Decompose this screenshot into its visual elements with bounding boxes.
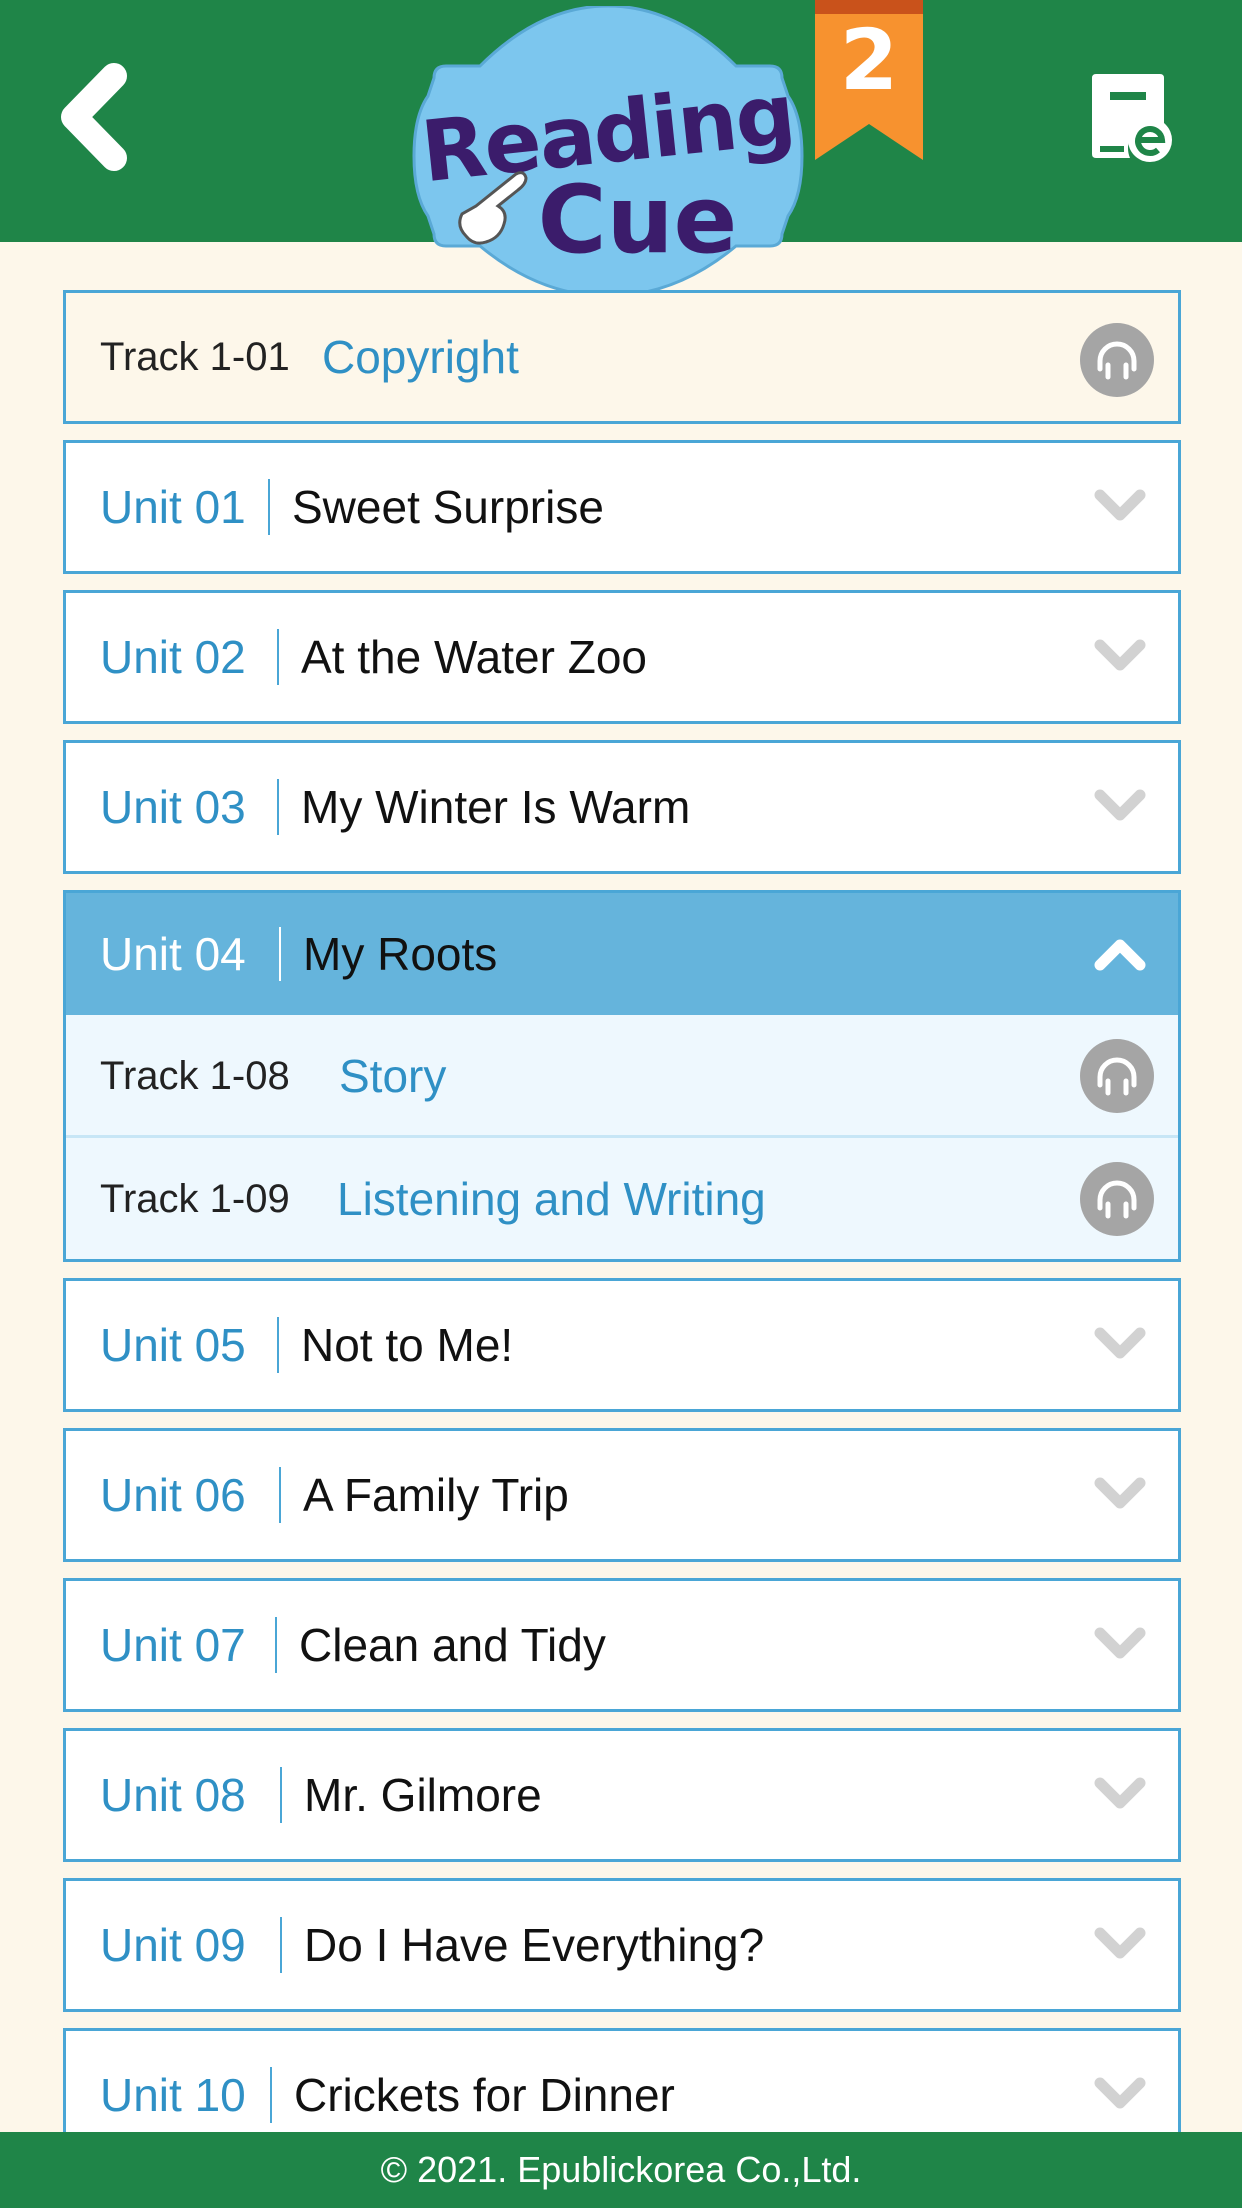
unit-row[interactable]: Unit 06 A Family Trip	[63, 1428, 1181, 1562]
track-row[interactable]: Track 1-09 Listening and Writing	[66, 1138, 1178, 1261]
unit-number: Unit 09	[100, 1919, 246, 1971]
track-title: Copyright	[322, 331, 519, 383]
unit-number: Unit 03	[100, 781, 246, 833]
separator	[270, 2067, 272, 2123]
chevron-down-icon	[1094, 639, 1146, 671]
chevron-down-icon	[1094, 1927, 1146, 1959]
separator	[279, 1467, 281, 1523]
chevron-down-icon	[1094, 789, 1146, 821]
unit-number: Unit 04	[100, 928, 246, 980]
unit-row[interactable]: Unit 01 Sweet Surprise	[63, 440, 1181, 574]
unit-title: Clean and Tidy	[299, 1619, 606, 1671]
chevron-down-icon	[1094, 1477, 1146, 1509]
unit-row[interactable]: Unit 09 Do I Have Everything?	[63, 1878, 1181, 2012]
unit-number: Unit 06	[100, 1469, 246, 1521]
unit-title: Do I Have Everything?	[304, 1919, 765, 1971]
separator	[275, 1617, 277, 1673]
unit-number: Unit 07	[100, 1619, 246, 1671]
chevron-down-icon	[1094, 2077, 1146, 2109]
unit-title: My Roots	[303, 928, 498, 980]
unit-row[interactable]: Unit 03 My Winter Is Warm	[63, 740, 1181, 874]
unit-title: A Family Trip	[303, 1469, 569, 1521]
unit-row[interactable]: Unit 07 Clean and Tidy	[63, 1578, 1181, 1712]
unit-row[interactable]: Unit 08 Mr. Gilmore	[63, 1728, 1181, 1862]
unit-header-expanded[interactable]: Unit 04 My Roots	[66, 893, 1178, 1015]
reading-cue-logo: Reading Cue	[410, 6, 805, 296]
ebook-icon	[1092, 74, 1172, 162]
separator	[280, 1917, 282, 1973]
back-button[interactable]	[52, 62, 142, 172]
headphones-icon	[1097, 341, 1137, 380]
chevron-down-icon	[1094, 1627, 1146, 1659]
track-number: Track 1-01	[100, 335, 290, 379]
separator	[268, 479, 270, 535]
copyright-track-row[interactable]: Track 1-01 Copyright	[63, 290, 1181, 424]
unit-number: Unit 05	[100, 1319, 246, 1371]
copyright-text: © 2021. Epublickorea Co.,Ltd.	[380, 2149, 862, 2190]
track-number: Track 1-09	[100, 1177, 290, 1221]
level-ribbon: 2	[815, 0, 923, 162]
separator	[277, 1317, 279, 1373]
separator	[277, 629, 279, 685]
unit-title: At the Water Zoo	[301, 631, 647, 683]
track-row[interactable]: Track 1-08 Story	[66, 1015, 1178, 1138]
listen-button[interactable]	[1080, 323, 1154, 397]
ebook-button[interactable]	[1088, 72, 1180, 164]
unit-row-expanded: Unit 04 My Roots Track 1-08 Story Track …	[63, 890, 1181, 1262]
separator	[280, 1767, 282, 1823]
unit-title: My Winter Is Warm	[301, 781, 691, 833]
unit-title: Mr. Gilmore	[304, 1769, 542, 1821]
unit-title: Sweet Surprise	[292, 481, 604, 533]
unit-title: Not to Me!	[301, 1319, 514, 1371]
chevron-up-icon	[1094, 939, 1146, 971]
unit-number: Unit 08	[100, 1769, 246, 1821]
chevron-down-icon	[1094, 1327, 1146, 1359]
chevron-down-icon	[1094, 1777, 1146, 1809]
app-header: 2 Reading Cue	[0, 0, 1242, 296]
level-number: 2	[839, 11, 899, 109]
footer: © 2021. Epublickorea Co.,Ltd.	[0, 2132, 1242, 2208]
listen-button[interactable]	[1080, 1039, 1154, 1113]
pointing-hand-icon	[458, 171, 528, 245]
unit-number: Unit 01	[100, 481, 246, 533]
separator	[277, 779, 279, 835]
listen-button[interactable]	[1080, 1162, 1154, 1236]
headphones-icon	[1097, 1180, 1137, 1219]
headphones-icon	[1097, 1057, 1137, 1096]
unit-row[interactable]: Unit 02 At the Water Zoo	[63, 590, 1181, 724]
track-title: Story	[339, 1050, 447, 1102]
unit-row[interactable]: Unit 05 Not to Me!	[63, 1278, 1181, 1412]
chevron-left-icon	[61, 63, 127, 171]
chevron-down-icon	[1094, 489, 1146, 521]
track-title: Listening and Writing	[337, 1173, 766, 1225]
separator	[279, 927, 281, 981]
unit-number: Unit 02	[100, 631, 246, 683]
track-number: Track 1-08	[100, 1054, 290, 1098]
